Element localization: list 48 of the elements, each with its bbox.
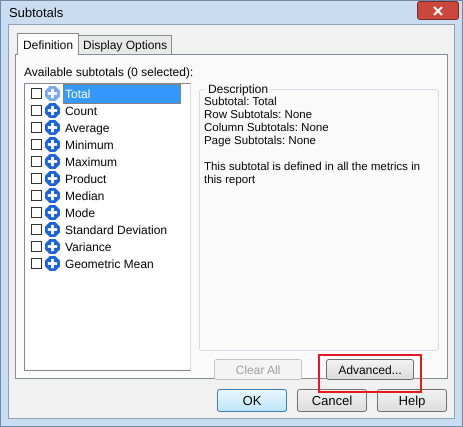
- list-item[interactable]: Product: [63, 170, 106, 188]
- plus-icon: [45, 120, 60, 135]
- checkbox[interactable]: [31, 156, 42, 167]
- plus-icon: [45, 137, 60, 152]
- plus-icon: [45, 171, 60, 186]
- checkbox[interactable]: [31, 88, 42, 99]
- plus-icon: [45, 103, 60, 118]
- checkbox[interactable]: [31, 105, 42, 116]
- plus-icon: [45, 188, 60, 203]
- list-item[interactable]: Mode: [63, 204, 96, 222]
- checkbox[interactable]: [31, 241, 42, 252]
- description-line: Column Subtotals: None: [204, 122, 330, 135]
- close-icon: [433, 6, 443, 16]
- list-item[interactable]: Minimum: [63, 136, 114, 154]
- description-line: Subtotal: Total: [204, 96, 278, 109]
- plus-icon: [45, 86, 60, 101]
- tab[interactable]: Display Options: [79, 35, 172, 54]
- checkbox[interactable]: [31, 190, 42, 201]
- plus-icon: [45, 239, 60, 254]
- plus-icon: [45, 154, 60, 169]
- description-line: Page Subtotals: None: [204, 135, 317, 148]
- plus-icon: [45, 205, 60, 220]
- list-item[interactable]: Variance: [63, 238, 112, 256]
- checkbox[interactable]: [31, 224, 42, 235]
- checkbox[interactable]: [31, 258, 42, 269]
- checkbox[interactable]: [31, 173, 42, 184]
- list-item[interactable]: Standard Deviation: [63, 220, 168, 238]
- list-item[interactable]: Maximum: [63, 152, 118, 170]
- list-item[interactable]: Count: [63, 102, 98, 120]
- list-item[interactable]: Median: [63, 186, 104, 204]
- checkbox[interactable]: [31, 122, 42, 133]
- group-title: Description: [206, 82, 270, 96]
- checkbox[interactable]: [31, 139, 42, 150]
- description-note: This subtotal is defined in all the metrics in this report: [204, 161, 422, 187]
- dialog-button[interactable]: OK: [217, 389, 287, 412]
- window-title: Subtotals: [9, 4, 64, 22]
- tab[interactable]: Definition: [17, 33, 80, 55]
- panel-button[interactable]: Advanced...: [326, 359, 414, 380]
- plus-icon: [45, 222, 60, 237]
- close-button[interactable]: [417, 1, 459, 20]
- dialog-button[interactable]: Help: [377, 389, 447, 412]
- checkbox[interactable]: [31, 207, 42, 218]
- description-line: Row Subtotals: None: [204, 109, 314, 122]
- list-item[interactable]: Average: [63, 118, 110, 136]
- list-item[interactable]: Geometric Mean: [63, 254, 154, 272]
- list-label: Available subtotals (0 selected):: [24, 64, 194, 81]
- plus-icon: [45, 256, 60, 271]
- dialog-button[interactable]: Cancel: [297, 389, 367, 412]
